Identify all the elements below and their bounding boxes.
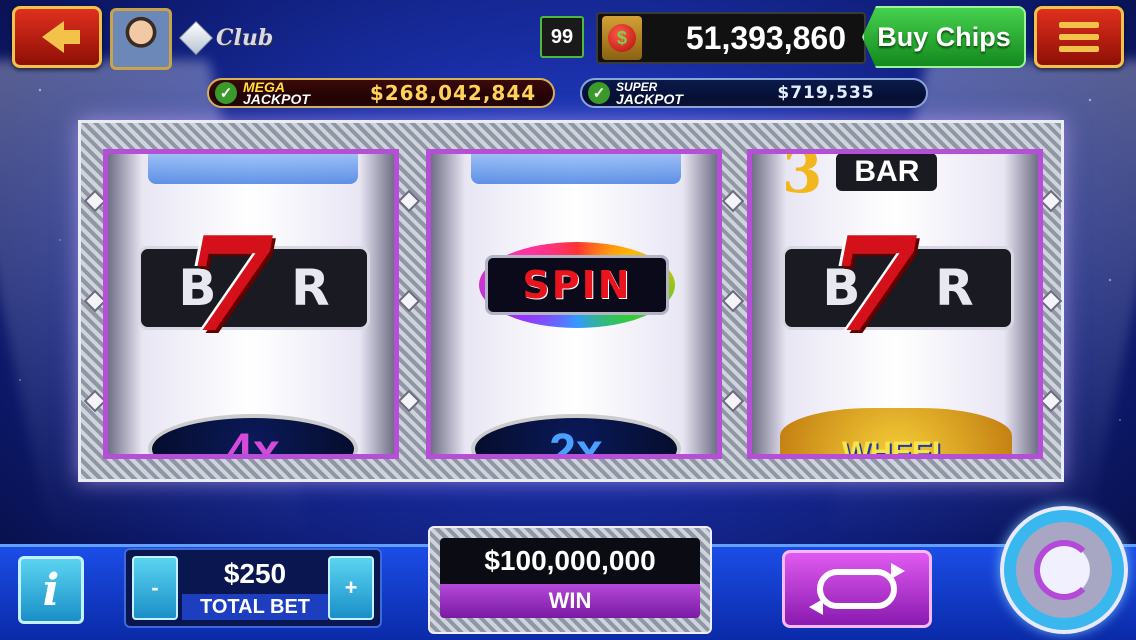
gem-icon (397, 289, 421, 313)
reel-frame: B R 7 4x SPIN 2x 3 BAR B R 7 WHEEL (78, 120, 1064, 482)
spin-symbol-label: SPIN (522, 263, 632, 307)
reel-symbol-partial-top (148, 154, 358, 184)
arrow-left-icon (42, 21, 80, 53)
increase-bet-button[interactable]: + (328, 556, 374, 620)
three-bar-label: BAR (836, 154, 938, 191)
gem-icon (721, 189, 745, 213)
decrease-bet-button[interactable]: - (132, 556, 178, 620)
check-icon: ✓ (588, 82, 610, 104)
multiplier-label: 4x (226, 425, 280, 459)
multiplier-label: 2x (549, 425, 603, 459)
avatar[interactable] (110, 8, 172, 70)
super-jackpot: ✓ SUPER JACKPOT $719,535 (580, 78, 928, 108)
chip-balance: 51,393,860 (685, 19, 846, 56)
total-bet-label: TOTAL BET (182, 594, 328, 620)
win-amount: $100,000,000 (440, 538, 700, 584)
gem-icon (721, 289, 745, 313)
reel-2: SPIN 2x (426, 149, 722, 459)
chip-icon: $ (602, 16, 642, 60)
club-label: Club (216, 25, 274, 51)
multiplier-symbol: 4x (148, 414, 358, 459)
diamond-club-badge[interactable]: Club (176, 16, 273, 60)
reel-1: B R 7 4x (103, 149, 399, 459)
three-bar-number: 3 (782, 149, 823, 206)
total-bet-value: $250 (223, 558, 287, 589)
bar-letter-right: R (291, 259, 330, 317)
seven-symbol: 7 (184, 208, 275, 361)
win-label: WIN (440, 584, 700, 618)
gem-icon (1039, 289, 1063, 313)
spin-arrow-icon (1034, 540, 1094, 600)
autospin-button[interactable] (782, 550, 932, 628)
menu-button[interactable] (1034, 6, 1124, 68)
back-button[interactable] (12, 6, 102, 68)
super-jackpot-value: $719,535 (777, 83, 875, 103)
wheel-symbol: WHEEL (780, 408, 1012, 459)
buy-chips-button[interactable]: Buy Chips (862, 6, 1026, 68)
seven-symbol: 7 (828, 208, 919, 361)
mega-jackpot: ✓ MEGA JACKPOT $268,042,844 (207, 78, 555, 108)
repeat-icon (809, 563, 905, 615)
gem-icon (397, 389, 421, 413)
info-button[interactable]: i (18, 556, 84, 624)
check-icon: ✓ (215, 82, 237, 104)
gem-icon (1039, 189, 1063, 213)
mega-jackpot-label-bottom: JACKPOT (243, 91, 310, 107)
level-badge: 99 (540, 16, 584, 58)
reel-symbol-partial-top (471, 154, 681, 184)
diamond-icon (176, 21, 214, 55)
reel-3: 3 BAR B R 7 WHEEL (747, 149, 1043, 459)
mega-jackpot-value: $268,042,844 (369, 81, 537, 105)
three-bar-symbol: 3 BAR (782, 154, 1002, 206)
bar-letter-right: R (935, 259, 974, 317)
win-display: $100,000,000 WIN (428, 526, 712, 634)
chip-balance-box: $ 51,393,860 (596, 12, 866, 64)
super-jackpot-label-bottom: JACKPOT (616, 91, 683, 107)
super-jackpot-label: SUPER JACKPOT (616, 81, 726, 107)
gem-icon (721, 389, 745, 413)
multiplier-symbol: 2x (471, 414, 681, 459)
spin-button[interactable] (1000, 506, 1128, 634)
wheel-label: WHEEL (841, 436, 951, 459)
hamburger-icon (1059, 22, 1099, 52)
mega-jackpot-label: MEGA JACKPOT (243, 80, 353, 107)
total-bet-control: - $250 TOTAL BET + (124, 548, 382, 628)
gem-icon (1039, 389, 1063, 413)
spin-symbol: SPIN (479, 242, 675, 328)
gem-icon (397, 189, 421, 213)
